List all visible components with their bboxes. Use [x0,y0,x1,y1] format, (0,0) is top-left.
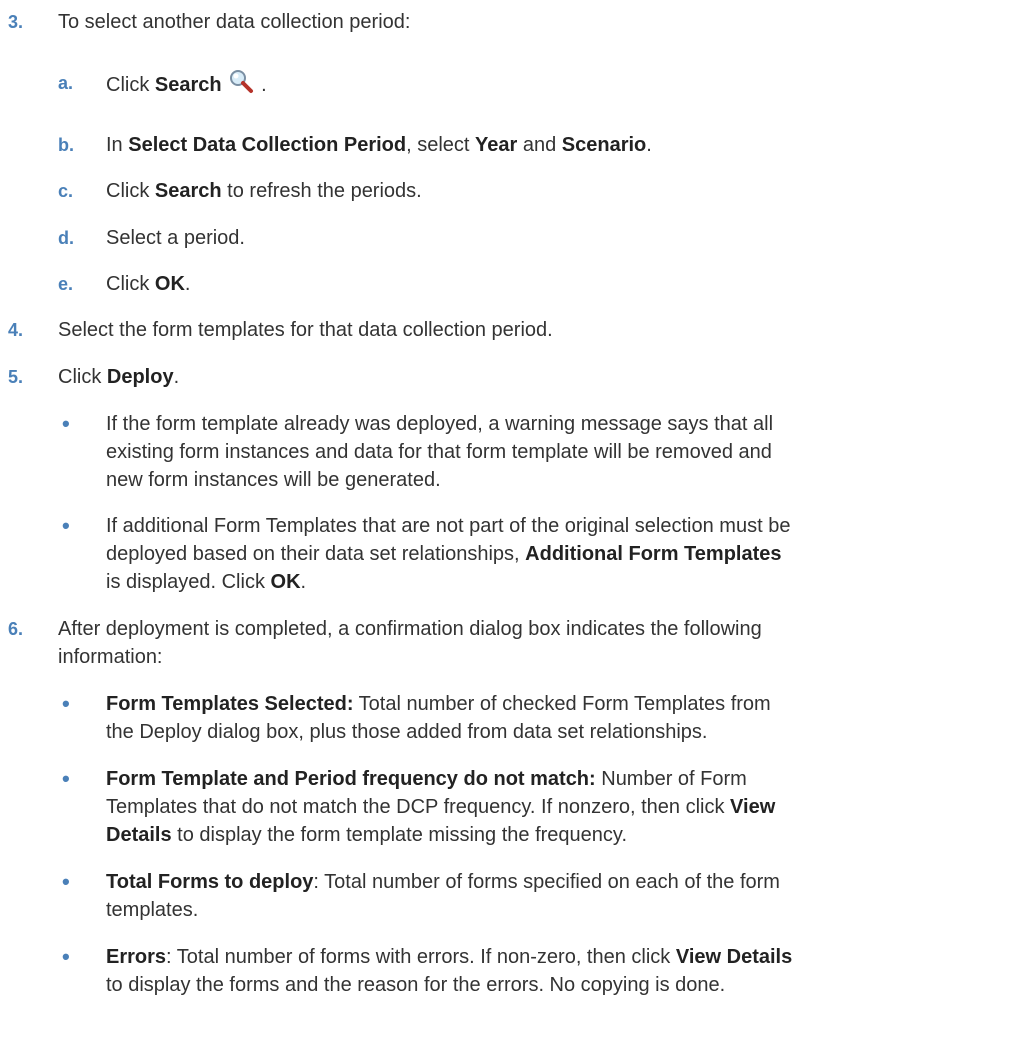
bullet-line: Form Templates Selected: Total number of… [106,693,771,715]
substep-letter: e. [58,274,74,294]
substep-text: Select a period. [106,227,245,249]
bullet-line: Errors: Total number of forms with error… [106,946,793,968]
magnifier-icon [228,69,254,103]
step-number: 4. [8,320,24,340]
bullet-line: If additional Form Templates that are no… [106,515,791,537]
bullet-line: templates. [106,899,199,921]
substep-letter: c. [58,181,74,201]
bullet-line: If the form template already was deploye… [106,413,774,435]
bullet-line: to display the forms and the reason for … [106,974,726,996]
bullet-line: deployed based on their data set relatio… [106,543,782,565]
bullet-line: Templates that do not match the DCP freq… [106,796,776,818]
step-text: After deployment is completed, a confirm… [58,618,762,640]
bullet-line: Total Forms to deploy: Total number of f… [106,871,780,893]
substep-letter: a. [58,73,74,93]
step-number: 6. [8,619,24,639]
bullet-line: Details to display the form template mis… [106,824,627,846]
substep-letter: b. [58,135,74,155]
bullet-line: the Deploy dialog box, plus those added … [106,721,708,743]
search-label: Search [154,74,222,96]
bullet-line: existing form instances and data for tha… [106,441,772,463]
step-text: Select the form templates for that data … [58,319,553,341]
substep-text: In Select Data Collection Period, select… [106,134,652,156]
substep-letter: d. [58,228,74,248]
substep-text: Click OK. [106,273,191,295]
step-number: 3. [8,12,24,32]
bullet-mark: • [62,944,70,969]
bullet-line: is displayed. Click OK. [106,571,307,593]
bullet-mark: • [62,766,70,791]
step-text: information: [58,646,163,668]
substep-text: Click Search to refresh the periods. [106,180,422,202]
step-text: To select another data collection period… [58,11,411,33]
bullet-mark: • [62,691,70,716]
bullet-mark: • [62,411,70,436]
substep-text: Click Search . [106,69,1011,103]
step-number: 5. [8,367,24,387]
bullet-mark: • [62,513,70,538]
bullet-mark: • [62,869,70,894]
bullet-line: Form Template and Period frequency do no… [106,768,747,790]
step-text: Click Deploy. [58,366,180,388]
bullet-line: new form instances will be generated. [106,469,441,491]
